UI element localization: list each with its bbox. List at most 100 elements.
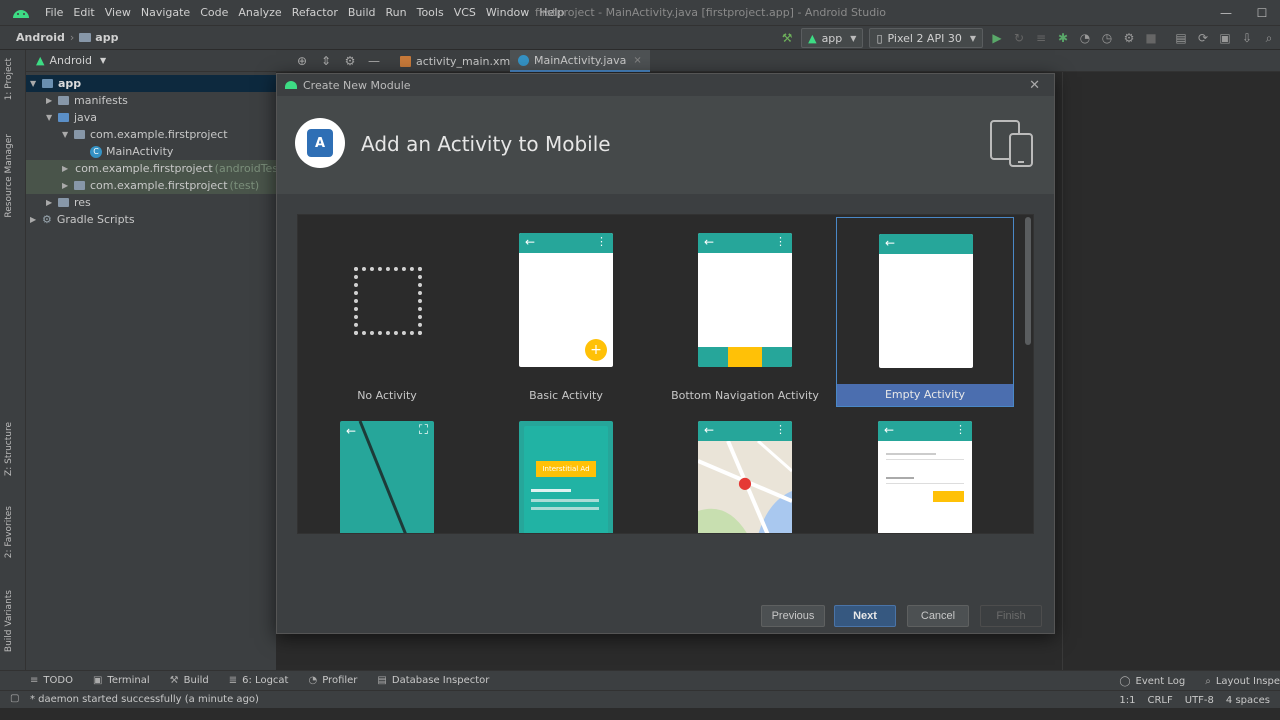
tool-todo[interactable]: ≡ TODO [30, 675, 73, 686]
tool-label: Build [183, 675, 209, 686]
tree-item-res[interactable]: ▶ res [26, 194, 276, 211]
tree-item-package-androidtest[interactable]: ▶ com.example.firstproject (androidTest) [26, 160, 287, 177]
navigation-bar: Android › app ⚒ ▲ app ▼ ▯ Pixel 2 API 30… [0, 26, 1280, 50]
next-button[interactable]: Next [834, 605, 896, 627]
breadcrumb-android[interactable]: Android [16, 31, 65, 44]
debug-icon[interactable]: ✱ [1052, 27, 1074, 49]
android-small-icon: ▲ [808, 31, 817, 45]
template-fullscreen-activity[interactable]: ← ⛶ [298, 421, 476, 533]
sdk-manager-icon[interactable]: ⇩ [1236, 27, 1258, 49]
menu-code[interactable]: Code [195, 0, 233, 26]
project-view-select[interactable]: ▲ Android ▼ [26, 50, 276, 72]
menu-navigate[interactable]: Navigate [136, 0, 195, 26]
tab-build-variants[interactable]: Build Variants [4, 590, 14, 652]
template-google-maps-activity[interactable]: ← ⋮ ● [656, 421, 834, 533]
hammer-icon[interactable]: ⚒ [776, 27, 798, 49]
fullscreen-icon: ⛶ [418, 423, 428, 438]
tree-suffix: (test) [229, 179, 260, 192]
chevron-down-icon: ▼ [100, 56, 107, 65]
menu-build[interactable]: Build [343, 0, 381, 26]
status-message[interactable]: * daemon started successfully (a minute … [0, 694, 259, 705]
stop-icon[interactable]: ■ [1140, 27, 1162, 49]
collapse-all-icon[interactable]: ⇕ [314, 54, 338, 68]
file-encoding[interactable]: UTF-8 [1185, 695, 1214, 706]
indent-setting[interactable]: 4 spaces [1226, 695, 1270, 706]
minimize-icon[interactable]: — [1208, 6, 1244, 20]
profile-icon[interactable]: ◷ [1096, 27, 1118, 49]
tool-event-log[interactable]: ◯ Event Log [1119, 676, 1185, 687]
breadcrumb-app[interactable]: app [95, 31, 118, 44]
device-select[interactable]: ▯ Pixel 2 API 30 ▼ [869, 28, 983, 48]
previous-button[interactable]: Previous [761, 605, 825, 627]
hide-panel-icon[interactable]: — [362, 54, 386, 68]
tree-item-app[interactable]: ▼ app [26, 75, 276, 92]
tool-build[interactable]: ⚒ Build [170, 675, 209, 686]
apply-changes-icon[interactable]: ≡ [1030, 27, 1052, 49]
coverage-icon[interactable]: ◔ [1074, 27, 1096, 49]
tab-mainactivity-java[interactable]: MainActivity.java × [510, 50, 650, 72]
create-new-module-dialog: Create New Module ✕ A Add an Activity to… [276, 73, 1055, 634]
avd-manager-icon[interactable]: ▣ [1214, 27, 1236, 49]
tree-item-gradle-scripts[interactable]: ▶ ⚙ Gradle Scripts [26, 211, 276, 228]
template-empty-activity[interactable]: ← Empty Activity [836, 217, 1014, 407]
tab-resource-manager[interactable]: Resource Manager [4, 134, 14, 218]
tree-item-package-test[interactable]: ▶ com.example.firstproject (test) [26, 177, 276, 194]
menu-run[interactable]: Run [381, 0, 412, 26]
locate-icon[interactable]: ⊕ [290, 54, 314, 68]
tool-profiler[interactable]: ◔ Profiler [308, 675, 357, 686]
maximize-icon[interactable]: ☐ [1244, 6, 1280, 20]
close-icon[interactable]: × [633, 55, 641, 66]
template-no-activity[interactable]: No Activity [298, 217, 476, 407]
tool-layout-inspector[interactable]: ⌕ Layout Inspe [1205, 676, 1280, 687]
rerun-icon[interactable]: ↻ [1008, 27, 1030, 49]
menu-view[interactable]: View [100, 0, 136, 26]
tree-item-package[interactable]: ▼ com.example.firstproject [26, 126, 276, 143]
attach-debugger-icon[interactable]: ⚙ [1118, 27, 1140, 49]
folder-icon [79, 33, 92, 42]
status-toggle-icon[interactable]: ▢ [10, 693, 19, 704]
dialog-banner: A Add an Activity to Mobile [277, 96, 1054, 194]
tool-terminal[interactable]: ▣ Terminal [93, 675, 150, 686]
tab-structure[interactable]: Z: Structure [4, 422, 14, 476]
template-bottom-navigation-activity[interactable]: ← ⋮ Bottom Navigation Activity [656, 217, 834, 407]
collapse-arrow-icon: ▶ [62, 164, 69, 173]
menu-tools[interactable]: Tools [412, 0, 449, 26]
run-config-select[interactable]: ▲ app ▼ [801, 28, 864, 48]
template-label: Bottom Navigation Activity [671, 389, 819, 402]
settings-gear-icon[interactable]: ⚙ [338, 54, 362, 68]
tree-label: manifests [74, 94, 128, 107]
tool-database-inspector[interactable]: ▤ Database Inspector [377, 675, 489, 686]
terminal-icon: ▣ [92, 675, 103, 686]
line-separator[interactable]: CRLF [1147, 695, 1172, 706]
template-interstitial-ad[interactable]: Interstitial Ad [477, 421, 655, 533]
menu-refactor[interactable]: Refactor [287, 0, 343, 26]
run-icon[interactable]: ▶ [986, 27, 1008, 49]
tab-favorites[interactable]: 2: Favorites [4, 506, 14, 558]
template-login-activity[interactable]: ← ⋮ [836, 421, 1014, 533]
template-basic-activity[interactable]: ← ⋮ + Basic Activity [477, 217, 655, 407]
sync-gradle-icon[interactable]: ⟳ [1192, 27, 1214, 49]
finish-button[interactable]: Finish [980, 605, 1042, 627]
tree-item-manifests[interactable]: ▶ manifests [26, 92, 276, 109]
tree-item-mainactivity[interactable]: C MainActivity [26, 143, 276, 160]
caret-position[interactable]: 1:1 [1119, 695, 1135, 706]
menu-file[interactable]: File [40, 0, 68, 26]
menu-window[interactable]: Window [481, 0, 534, 26]
phone-preview: ← ⋮ ● [698, 421, 792, 533]
android-icon [285, 81, 297, 89]
menu-analyze[interactable]: Analyze [233, 0, 286, 26]
tool-logcat[interactable]: ≣ 6: Logcat [229, 675, 289, 686]
menu-vcs[interactable]: VCS [449, 0, 481, 26]
tab-project[interactable]: 1: Project [4, 58, 14, 100]
android-view-icon: ▲ [36, 54, 45, 67]
tree-item-java[interactable]: ▼ java [26, 109, 276, 126]
todo-icon: ≡ [30, 675, 39, 686]
menu-bar: File Edit View Navigate Code Analyze Ref… [0, 0, 1280, 26]
mobile-devices-icon [990, 120, 1034, 171]
project-structure-icon[interactable]: ▤ [1170, 27, 1192, 49]
close-icon[interactable]: ✕ [1029, 78, 1040, 93]
cancel-button[interactable]: Cancel [907, 605, 969, 627]
menu-edit[interactable]: Edit [68, 0, 99, 26]
search-icon[interactable]: ⌕ [1258, 27, 1280, 49]
gallery-scrollbar[interactable] [1025, 217, 1031, 345]
